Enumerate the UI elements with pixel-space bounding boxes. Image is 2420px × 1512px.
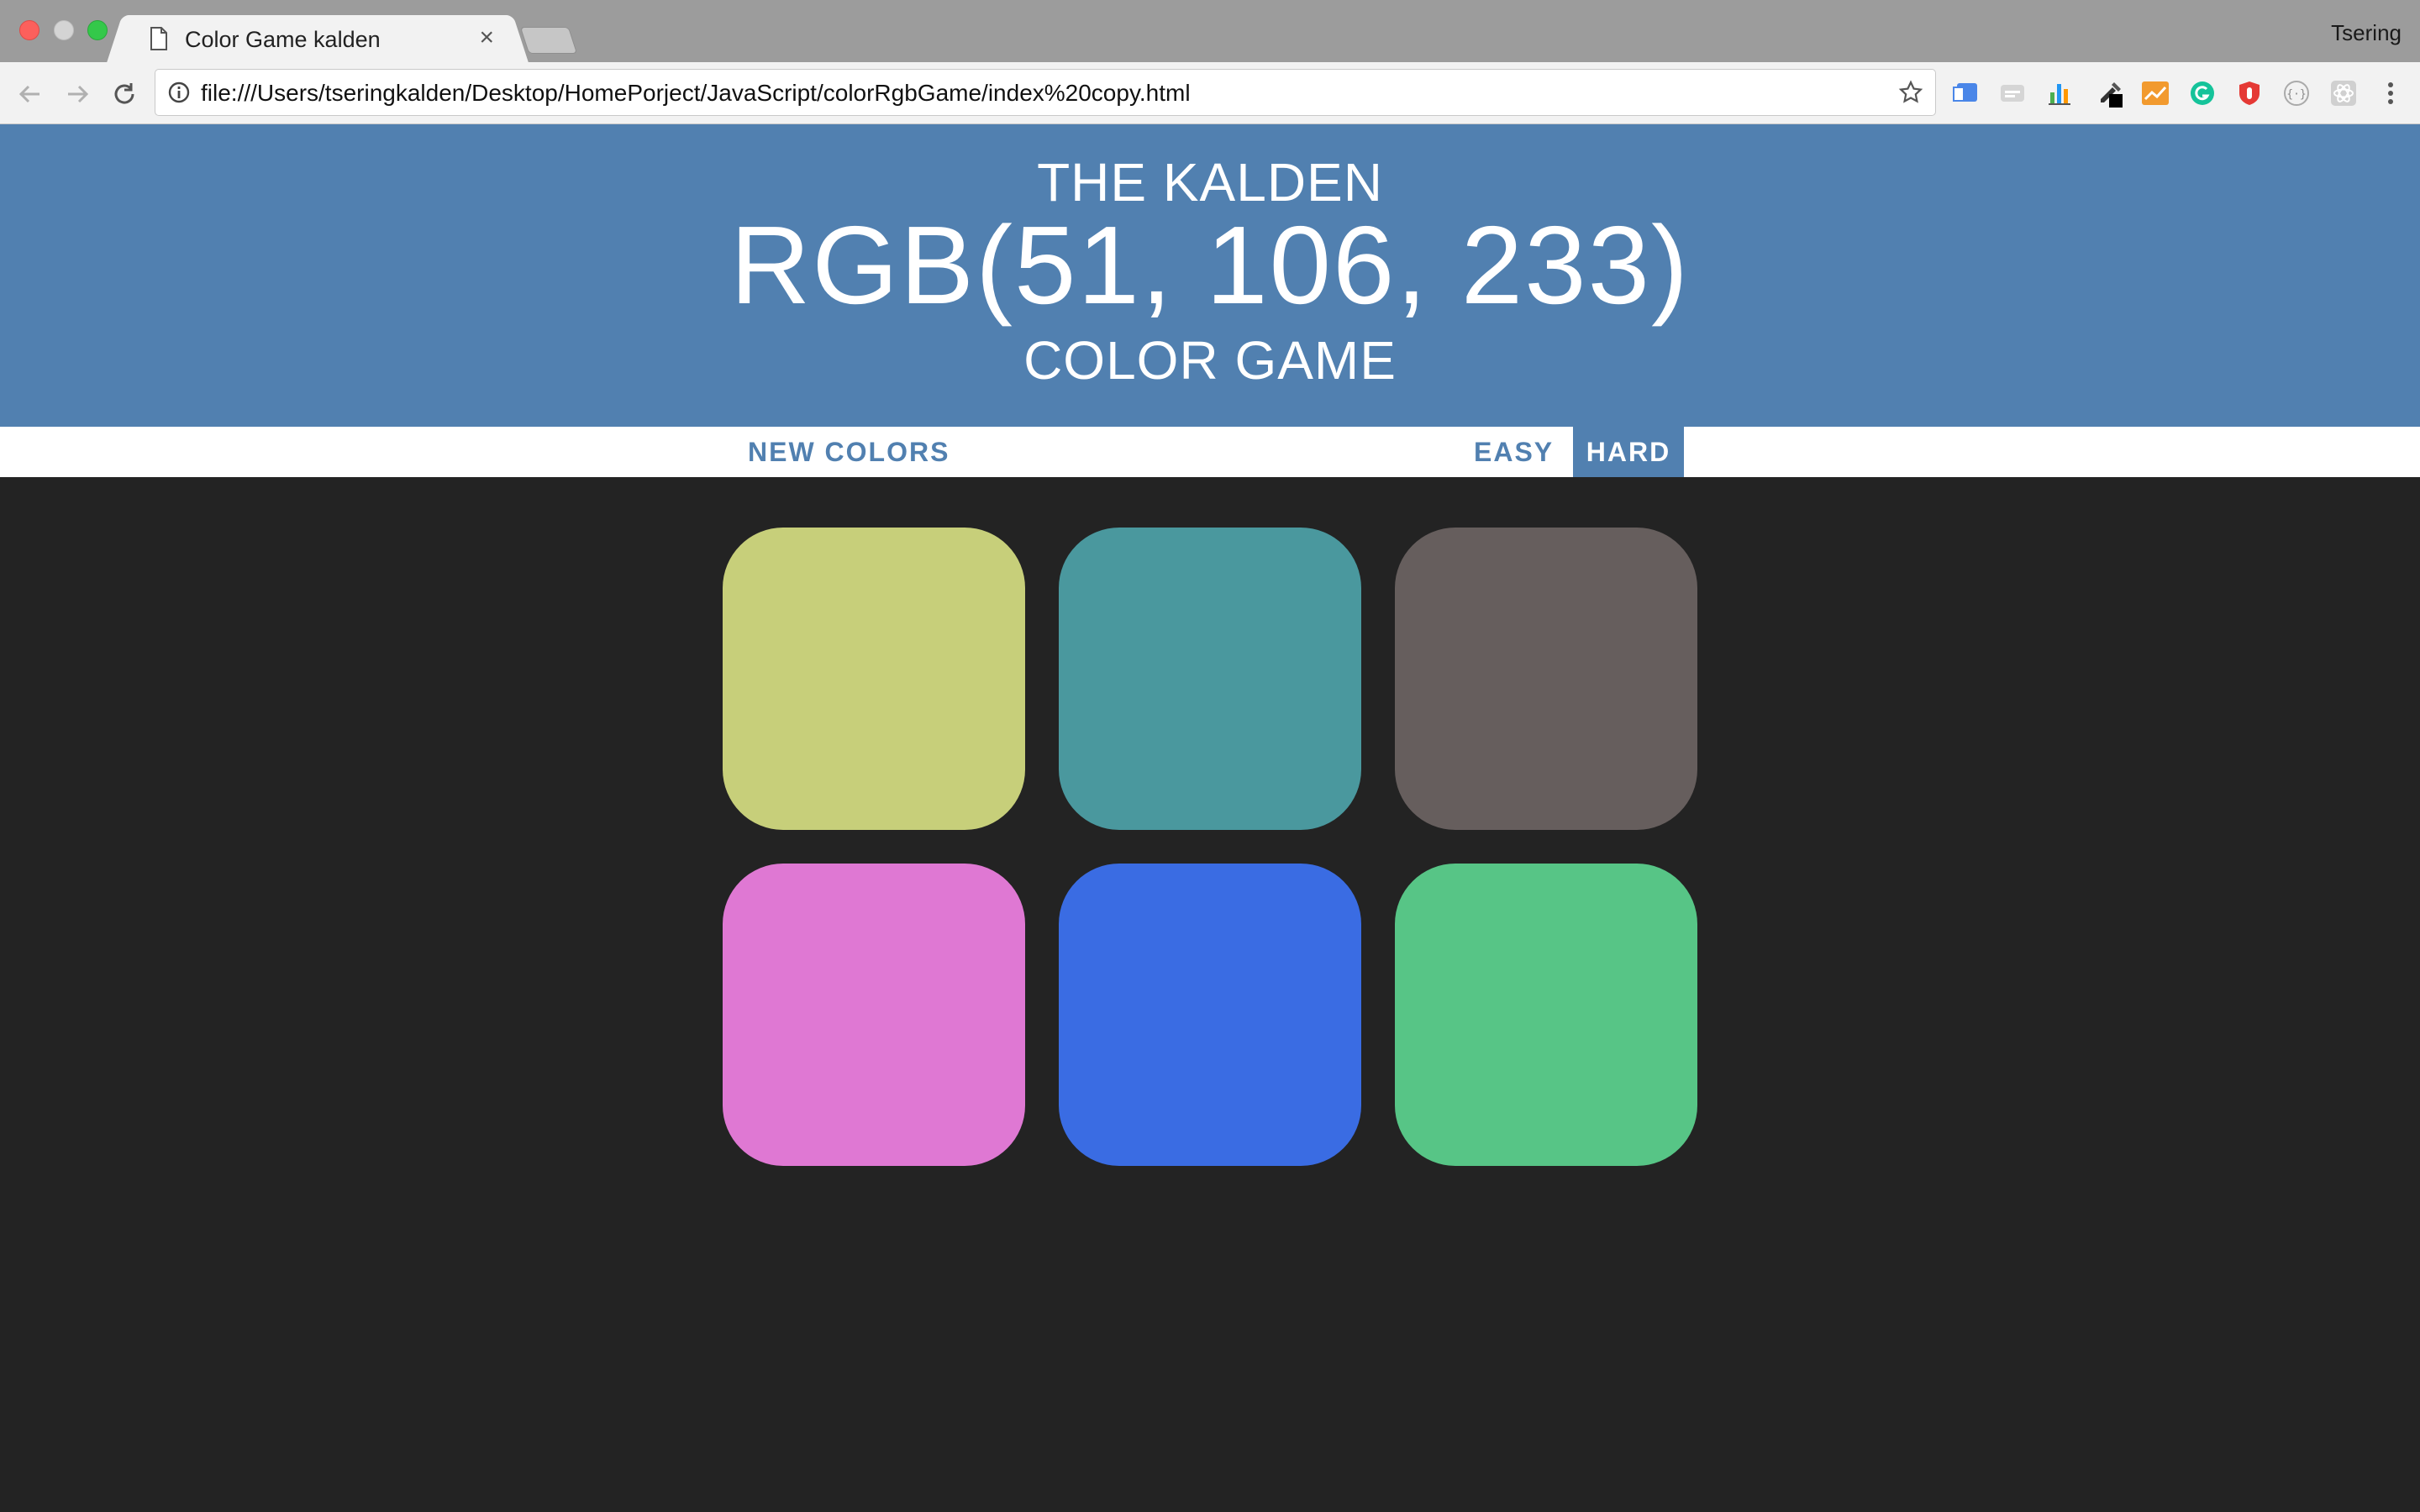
grammarly-icon[interactable]: [2186, 77, 2218, 109]
minimize-window-button[interactable]: [54, 20, 74, 40]
profile-name[interactable]: Tsering: [2331, 20, 2402, 46]
tab-close-icon[interactable]: ×: [479, 24, 494, 52]
menu-icon[interactable]: [2375, 77, 2407, 109]
bookmark-star-icon[interactable]: [1898, 80, 1923, 109]
translate-icon[interactable]: [1949, 77, 1981, 109]
forward-arrow-icon: [68, 85, 89, 103]
control-stripe: NEW COLORS EASY HARD: [0, 427, 2420, 477]
reload-button[interactable]: [108, 77, 141, 111]
caption-icon[interactable]: [1996, 77, 2028, 109]
new-tab-button[interactable]: [519, 27, 578, 54]
forward-button[interactable]: [60, 77, 94, 111]
page-icon: [150, 27, 168, 55]
color-square[interactable]: [1059, 528, 1361, 830]
maximize-window-button[interactable]: [87, 20, 108, 40]
color-square[interactable]: [1395, 864, 1697, 1166]
tab-title: Color Game kalden: [185, 27, 381, 52]
braces-icon[interactable]: {·}: [2281, 77, 2312, 109]
browser-toolbar: file:///Users/tseringkalden/Desktop/Home…: [0, 62, 2420, 124]
react-icon[interactable]: [2328, 77, 2360, 109]
color-square[interactable]: [1059, 864, 1361, 1166]
color-square[interactable]: [723, 528, 1025, 830]
url-text[interactable]: file:///Users/tseringkalden/Desktop/Home…: [201, 80, 1191, 107]
easy-mode-button[interactable]: EASY: [1474, 427, 1554, 477]
chart-icon[interactable]: [2044, 77, 2075, 109]
browser-tab[interactable]: Color Game kalden ×: [124, 15, 511, 64]
header-title-bottom: COLOR GAME: [1023, 330, 1397, 391]
shield-icon[interactable]: [2233, 77, 2265, 109]
new-colors-button[interactable]: NEW COLORS: [748, 427, 950, 477]
game-header: THE KALDEN RGB(51, 106, 233) COLOR GAME: [0, 124, 2420, 427]
back-button[interactable]: [13, 77, 47, 111]
back-arrow-icon: [18, 85, 39, 103]
color-square[interactable]: [723, 864, 1025, 1166]
reload-icon: [114, 83, 134, 104]
hard-mode-button[interactable]: HARD: [1573, 427, 1684, 477]
browser-titlebar: Color Game kalden × Tsering: [0, 0, 2420, 64]
color-square[interactable]: [1395, 528, 1697, 830]
target-rgb-display: RGB(51, 106, 233): [730, 203, 1690, 327]
trend-icon[interactable]: [2139, 77, 2171, 109]
info-icon[interactable]: [167, 81, 191, 108]
svg-text:{·}: {·}: [2286, 88, 2306, 101]
close-window-button[interactable]: [19, 20, 39, 40]
eyedropper-icon[interactable]: [2096, 77, 2128, 109]
address-bar[interactable]: file:///Users/tseringkalden/Desktop/Home…: [155, 69, 1936, 116]
